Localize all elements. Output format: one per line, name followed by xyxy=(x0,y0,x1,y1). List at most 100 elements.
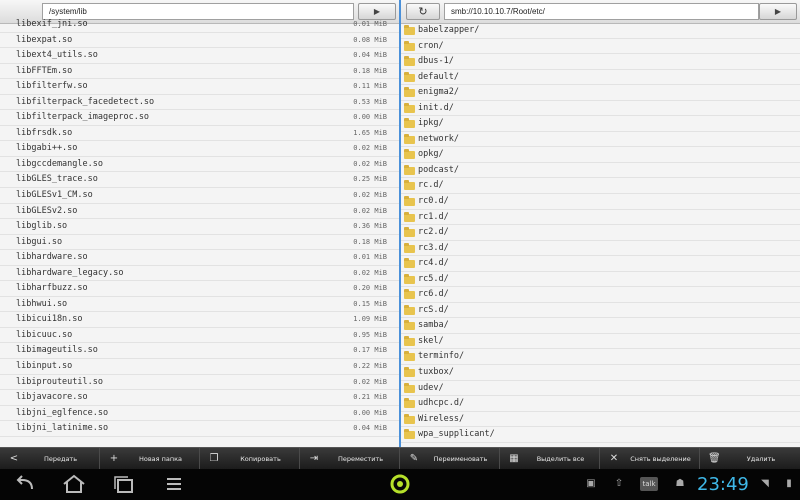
folder-row[interactable]: network/ xyxy=(401,132,800,148)
folder-row[interactable]: opkg/ xyxy=(401,147,800,163)
file-row[interactable]: libfrsdk.so 1.65 MiB xyxy=(0,126,399,142)
folder-name: init.d/ xyxy=(418,102,454,113)
upload-notification-icon[interactable]: ⇧ xyxy=(612,477,626,491)
file-row[interactable]: libfilterfw.so 0.11 MiB xyxy=(0,79,399,95)
right-path-input[interactable]: smb://10.10.10.7/Root/etc/ xyxy=(444,3,759,20)
file-row[interactable]: libGLESv2.so 0.02 MiB xyxy=(0,204,399,220)
left-file-pane: /system/lib ▶ libexif_jni.so 0.01 MiB libe… xyxy=(0,0,399,447)
center-launcher-button[interactable] xyxy=(386,474,414,494)
file-row[interactable]: libGLES_trace.so 0.25 MiB xyxy=(0,172,399,189)
folder-row[interactable]: enigma2/ xyxy=(401,85,800,101)
left-file-list[interactable]: libexif_jni.so 0.01 MiB libexpat.so 0.08 Mi… xyxy=(0,17,399,447)
file-row[interactable]: libFFTEm.so 0.18 MiB xyxy=(0,64,399,80)
folder-row[interactable]: ipkg/ xyxy=(401,116,800,132)
file-name: libjavacore.so xyxy=(16,392,88,403)
talk-notification-icon[interactable]: talk xyxy=(640,477,658,491)
file-row[interactable]: libexpat.so 0.08 MiB xyxy=(0,33,399,49)
folder-row[interactable]: rc5.d/ xyxy=(401,272,800,288)
action-toolbar: < Передать + Новая папка ❐ Копировать ⇥ … xyxy=(0,447,800,470)
recent-apps-button[interactable] xyxy=(110,474,138,494)
file-row[interactable]: libjni_eglfence.so 0.00 MiB xyxy=(0,406,399,422)
folder-row[interactable]: wpa_supplicant/ xyxy=(401,427,800,443)
folder-name: rc3.d/ xyxy=(418,242,449,253)
file-row[interactable]: libglib.so 0.36 MiB xyxy=(0,219,399,235)
folder-row[interactable]: rc4.d/ xyxy=(401,256,800,272)
file-row[interactable]: libfilterpack_imageproc.so 0.00 MiB xyxy=(0,110,399,126)
folder-row[interactable]: skel/ xyxy=(401,334,800,350)
file-name: libhardware_legacy.so xyxy=(16,267,124,278)
folder-icon xyxy=(404,351,415,362)
folder-row[interactable]: dbus-1/ xyxy=(401,54,800,70)
folder-row[interactable]: udhcpc.d/ xyxy=(401,396,800,412)
folder-icon xyxy=(404,227,415,238)
copy-icon: ❐ xyxy=(209,453,219,464)
status-clock[interactable]: 23:49 xyxy=(697,474,749,496)
delete-button[interactable]: 🗑 Удалить xyxy=(700,448,800,470)
gallery-notification-icon[interactable]: ▣ xyxy=(584,477,598,491)
file-row[interactable]: libext4_utils.so 0.04 MiB xyxy=(0,48,399,64)
folder-row[interactable]: samba/ xyxy=(401,318,800,334)
folder-row[interactable]: udev/ xyxy=(401,381,800,397)
file-row[interactable]: libgabi++.so 0.02 MiB xyxy=(0,141,399,157)
file-row[interactable]: libgui.so 0.18 MiB xyxy=(0,235,399,251)
send-button[interactable]: < Передать xyxy=(0,448,100,470)
file-row[interactable]: libharfbuzz.so 0.20 MiB xyxy=(0,281,399,297)
folder-icon xyxy=(404,382,415,393)
android-debug-icon[interactable]: ☗ xyxy=(673,477,687,491)
file-row[interactable]: libhardware.so 0.01 MiB xyxy=(0,250,399,266)
file-row[interactable]: libgccdemangle.so 0.02 MiB xyxy=(0,157,399,173)
move-button[interactable]: ⇥ Переместить xyxy=(300,448,400,470)
file-row[interactable]: libicui18n.so 1.09 MiB xyxy=(0,312,399,328)
file-name: libiprouteutil.so xyxy=(16,376,103,387)
folder-name: rc.d/ xyxy=(418,180,444,191)
file-size: 0.02 MiB xyxy=(353,268,387,277)
file-row[interactable]: libiprouteutil.so 0.02 MiB xyxy=(0,375,399,391)
file-row[interactable]: libfilterpack_facedetect.so 0.53 MiB xyxy=(0,95,399,111)
folder-name: samba/ xyxy=(418,320,449,331)
folder-row[interactable]: rc2.d/ xyxy=(401,225,800,241)
folder-row[interactable]: init.d/ xyxy=(401,101,800,117)
file-name: libfrsdk.so xyxy=(16,127,73,138)
back-icon xyxy=(16,475,33,490)
folder-icon xyxy=(404,56,415,67)
rename-button[interactable]: ✎ Переименовать xyxy=(400,448,500,470)
folder-row[interactable]: rcS.d/ xyxy=(401,303,800,319)
file-row[interactable]: libjni_latinime.so 0.04 MiB xyxy=(0,421,399,437)
file-row[interactable]: libicuuc.so 0.95 MiB xyxy=(0,328,399,344)
folder-name: enigma2/ xyxy=(418,87,459,98)
file-row[interactable]: libGLESv1_CM.so 0.02 MiB xyxy=(0,188,399,204)
folder-row[interactable]: rc3.d/ xyxy=(401,241,800,257)
file-row[interactable]: libhwui.so 0.15 MiB xyxy=(0,297,399,313)
select-all-button[interactable]: ▦ Выделить все xyxy=(500,448,600,470)
file-row[interactable]: libinput.so 0.22 MiB xyxy=(0,359,399,375)
back-nav-button[interactable] xyxy=(12,474,40,494)
folder-row[interactable]: rc.d/ xyxy=(401,178,800,195)
folder-icon xyxy=(404,413,415,424)
folder-row[interactable]: rc1.d/ xyxy=(401,210,800,226)
right-go-button[interactable]: ▶ xyxy=(759,3,797,20)
menu-button[interactable] xyxy=(160,474,188,494)
file-row[interactable]: libimageutils.so 0.17 MiB xyxy=(0,343,399,360)
folder-row[interactable]: default/ xyxy=(401,70,800,86)
file-row[interactable]: libexif_jni.so 0.01 MiB xyxy=(0,17,399,33)
right-back-button[interactable]: ↻ xyxy=(406,3,440,20)
folder-row[interactable]: terminfo/ xyxy=(401,349,800,366)
folder-icon xyxy=(404,258,415,269)
folder-row[interactable]: rc6.d/ xyxy=(401,287,800,303)
home-nav-button[interactable] xyxy=(60,474,88,494)
folder-row[interactable]: tuxbox/ xyxy=(401,365,800,381)
new-folder-button[interactable]: + Новая папка xyxy=(100,448,200,470)
folder-row[interactable]: podcast/ xyxy=(401,163,800,179)
file-name: libjni_latinime.so xyxy=(16,423,109,434)
copy-button[interactable]: ❐ Копировать xyxy=(200,448,300,470)
right-folder-list[interactable]: babelzapper/cron/dbus-1/default/enigma2/… xyxy=(401,23,800,447)
folder-row[interactable]: Wireless/ xyxy=(401,412,800,428)
folder-row[interactable]: cron/ xyxy=(401,39,800,55)
file-row[interactable]: libhardware_legacy.so 0.02 MiB xyxy=(0,266,399,282)
folder-row[interactable]: rc0.d/ xyxy=(401,194,800,210)
folder-row[interactable]: babelzapper/ xyxy=(401,23,800,39)
folder-name: skel/ xyxy=(418,335,444,346)
file-row[interactable]: libjavacore.so 0.21 MiB xyxy=(0,390,399,406)
deselect-button[interactable]: ✕ Снять выделение xyxy=(600,448,700,470)
deselect-label: Снять выделение xyxy=(630,455,691,463)
